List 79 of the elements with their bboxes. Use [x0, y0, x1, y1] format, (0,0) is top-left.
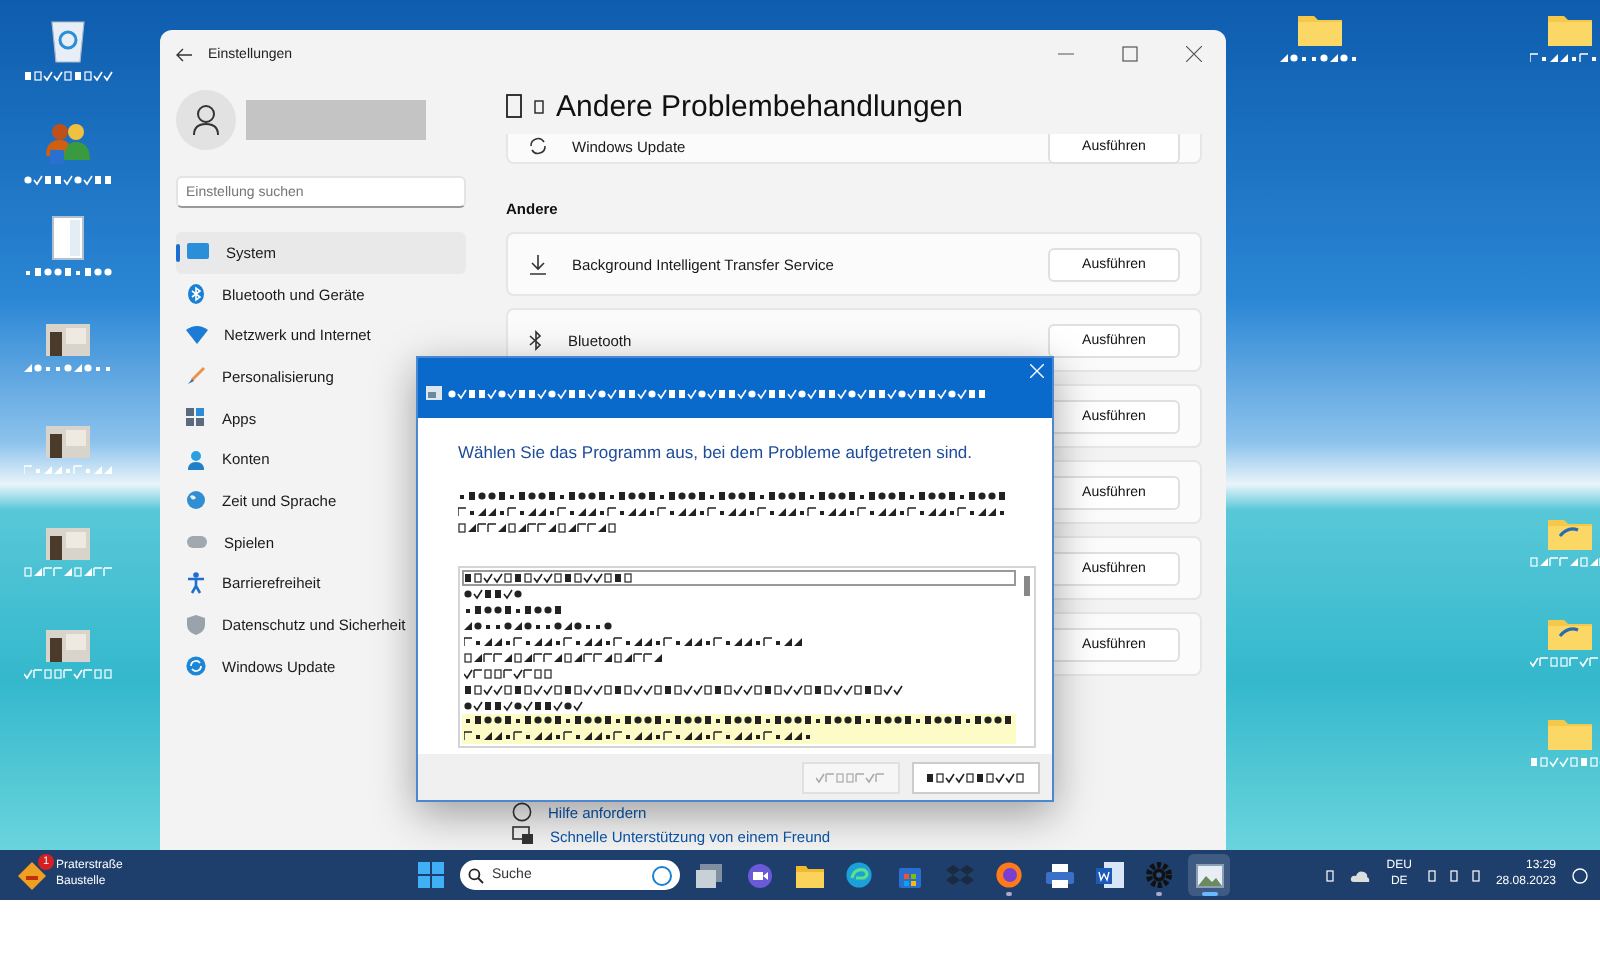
- missing-glyph-icon[interactable]: [1326, 869, 1335, 881]
- garbled-text-drawing: [1530, 756, 1600, 768]
- refresh-icon: [186, 656, 206, 677]
- cloud-icon[interactable]: [1350, 869, 1371, 881]
- dialog-button[interactable]: [912, 761, 1040, 793]
- garbled-text-drawing: [1280, 52, 1360, 64]
- image-viewer-icon: [1195, 863, 1223, 887]
- garbled-text-drawing: [464, 603, 564, 616]
- folder-icon: [1298, 12, 1342, 46]
- garbled-text-drawing: [1530, 52, 1600, 64]
- close-icon: [1186, 46, 1202, 62]
- folder-icon: [1548, 12, 1592, 46]
- shield-icon: [186, 614, 206, 637]
- taskbar-app[interactable]: [1188, 854, 1230, 896]
- warning-icon[interactable]: [16, 859, 48, 891]
- recycle-bin-icon: [48, 16, 88, 64]
- shopping-bag-icon: [897, 862, 921, 888]
- box-icon: [945, 863, 973, 887]
- garbled-text-drawing: [23, 174, 113, 186]
- help-icon: [512, 802, 532, 822]
- document-icon: [1095, 862, 1123, 888]
- list-item[interactable]: [462, 713, 1016, 744]
- wifi-icon: [186, 326, 208, 345]
- app-icon: [426, 386, 442, 400]
- document-icon: [52, 216, 84, 260]
- folder-icon: [1548, 516, 1592, 550]
- download-icon: [528, 253, 548, 275]
- remote-help-icon: [512, 826, 534, 846]
- garbled-text-drawing: [23, 668, 113, 680]
- bluetooth-icon: [186, 284, 206, 305]
- garbled-text-drawing: [23, 266, 113, 278]
- photo-thumbnail-icon: [46, 426, 90, 458]
- video-camera-icon: [745, 863, 773, 887]
- printer-icon: [1045, 863, 1073, 887]
- garbled-text-drawing: [1530, 656, 1600, 668]
- list-item[interactable]: [462, 570, 1016, 586]
- gamepad-icon: [186, 534, 208, 551]
- program-list[interactable]: [458, 566, 1036, 748]
- garbled-text-drawing: [23, 362, 113, 374]
- person-icon: [186, 449, 206, 470]
- garbled-text-drawing: [464, 667, 554, 680]
- folder-icon: [1548, 616, 1592, 650]
- brush-icon: [186, 366, 206, 387]
- folder-icon: [795, 863, 823, 887]
- maximize-icon: [1122, 46, 1138, 62]
- photo-thumbnail-icon: [46, 630, 90, 662]
- photo-thumbnail-icon: [46, 528, 90, 560]
- browser-icon: [846, 862, 872, 888]
- search-icon: [468, 867, 484, 883]
- accessibility-icon: [186, 572, 206, 595]
- fox-browser-icon: [996, 862, 1022, 888]
- users-icon: [44, 120, 92, 168]
- dialog-prompt: Wählen Sie das Programm aus, bei dem Probleme aufgetreten sind.: [458, 442, 975, 462]
- window-icon: [696, 863, 722, 887]
- circle-icon: [652, 865, 672, 885]
- missing-glyph-icon: [534, 99, 544, 113]
- avatar: [176, 90, 236, 150]
- gear-icon: [1146, 862, 1172, 888]
- globe-icon: [186, 490, 206, 511]
- notification-icon[interactable]: [1572, 867, 1588, 883]
- folder-icon: [1548, 716, 1592, 750]
- garbled-text-drawing: [464, 587, 524, 600]
- scrollbar-thumb[interactable]: [1023, 576, 1029, 596]
- photo-thumbnail-icon: [46, 324, 90, 356]
- garbled-text-drawing: [23, 566, 113, 578]
- garbled-text-drawing: [23, 464, 113, 476]
- back-arrow-icon[interactable]: [176, 47, 192, 61]
- garbled-text-drawing: [816, 771, 886, 783]
- apps-icon: [186, 408, 206, 429]
- bluetooth-icon: [528, 329, 544, 351]
- garbled-text-drawing: [1530, 556, 1600, 568]
- monitor-icon: [186, 242, 210, 263]
- missing-glyph-icon: [506, 94, 522, 118]
- close-icon[interactable]: [1030, 364, 1044, 378]
- page-heading: Andere Problembehandlungen: [556, 89, 963, 123]
- garbled-text-drawing: [23, 70, 113, 82]
- system-tray-icons[interactable]: [1427, 869, 1480, 881]
- refresh-icon: [528, 136, 548, 156]
- garbled-text-drawing: [926, 771, 1026, 783]
